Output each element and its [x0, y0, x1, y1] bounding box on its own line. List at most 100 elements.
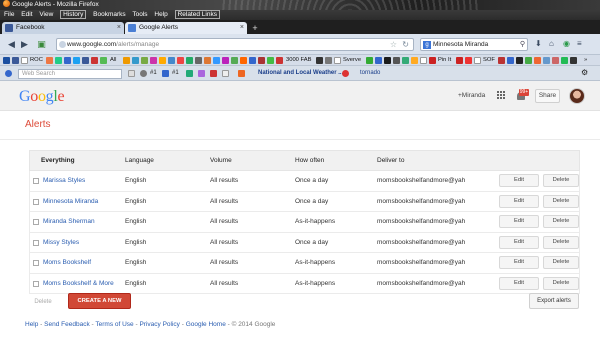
bookmarks-overflow-icon[interactable]: »: [584, 55, 587, 66]
bookmark-sverve[interactable]: Sverve: [343, 55, 361, 66]
bookmark-icon[interactable]: [366, 57, 373, 64]
alert-name-link[interactable]: Miranda Sherman: [43, 218, 95, 225]
bookmark-icon[interactable]: [64, 57, 71, 64]
page-bookmark-icon[interactable]: [474, 57, 481, 64]
addon-counter[interactable]: #1: [150, 69, 157, 78]
search-box[interactable]: g Minnesota Miranda ⚲: [420, 38, 528, 51]
bookmark-icon[interactable]: [195, 57, 202, 64]
menu-bookmarks[interactable]: Bookmarks: [93, 11, 126, 18]
edit-button[interactable]: Edit: [499, 194, 539, 208]
edit-button[interactable]: Edit: [499, 256, 539, 269]
facebook-bookmark-icon[interactable]: [82, 57, 89, 64]
bookmark-icon[interactable]: [507, 57, 514, 64]
delete-button[interactable]: Delete: [543, 215, 579, 228]
bookmark-icon[interactable]: [375, 57, 382, 64]
delete-selected-button[interactable]: Delete: [29, 294, 57, 308]
heart-icon[interactable]: [465, 57, 472, 64]
menu-tools[interactable]: Tools: [132, 11, 147, 18]
delete-button[interactable]: Delete: [543, 194, 579, 208]
google-logo[interactable]: Google: [19, 88, 65, 106]
bookmark-icon[interactable]: [222, 57, 229, 64]
bookmark-sof[interactable]: SOF: [483, 55, 495, 66]
share-button[interactable]: Share: [535, 89, 560, 103]
weather-icon[interactable]: [238, 70, 245, 77]
bookmark-icon[interactable]: [258, 57, 265, 64]
addon-icon[interactable]: [128, 70, 135, 77]
bookmark-icon[interactable]: [55, 57, 62, 64]
bookmark-icon[interactable]: [204, 57, 211, 64]
bookmark-icon[interactable]: [570, 57, 577, 64]
footer-terms-link[interactable]: Terms of Use: [95, 321, 133, 328]
menu-history[interactable]: History: [60, 10, 87, 19]
bookmark-icon[interactable]: [231, 57, 238, 64]
delete-button[interactable]: Delete: [543, 276, 579, 290]
twitter-icon[interactable]: [73, 57, 80, 64]
bookmark-icon[interactable]: [213, 57, 220, 64]
footer-help-link[interactable]: Help: [25, 321, 38, 328]
search-icon[interactable]: ⚲: [520, 39, 525, 50]
tab-facebook[interactable]: Facebook ×: [2, 22, 124, 34]
bookmark-icon[interactable]: [543, 57, 550, 64]
addon-icon[interactable]: [140, 70, 147, 77]
bookmark-icon[interactable]: [534, 57, 541, 64]
bookmark-icon[interactable]: [267, 57, 274, 64]
tornado-link[interactable]: tornado: [360, 69, 380, 78]
google-plus-name[interactable]: +Miranda: [458, 92, 485, 99]
edit-button[interactable]: Edit: [499, 276, 539, 290]
close-icon[interactable]: ×: [117, 22, 121, 34]
footer-privacy-link[interactable]: Privacy Policy: [139, 321, 179, 328]
export-alerts-button[interactable]: Export alerts: [529, 293, 579, 309]
bookmark-icon[interactable]: [456, 57, 463, 64]
bookmark-icon[interactable]: [316, 57, 323, 64]
forward-arrow-icon[interactable]: ▶: [19, 39, 30, 50]
row-checkbox[interactable]: [33, 260, 39, 266]
page-bookmark-icon[interactable]: [21, 57, 28, 64]
bookmark-icon[interactable]: [168, 57, 175, 64]
row-checkbox[interactable]: [33, 219, 39, 225]
bookmark-icon[interactable]: [552, 57, 559, 64]
link-icon[interactable]: [186, 70, 193, 77]
new-tab-button[interactable]: +: [250, 23, 260, 33]
flag-icon[interactable]: [162, 70, 169, 77]
bookmark-icon[interactable]: [384, 57, 391, 64]
addon-logo-icon[interactable]: [5, 70, 12, 77]
menu-help[interactable]: Help: [154, 11, 167, 18]
bookmark-star-icon[interactable]: ☆: [390, 39, 397, 50]
bookmark-icon[interactable]: [46, 57, 53, 64]
home-button-icon[interactable]: ⌂: [549, 39, 554, 48]
bookmark-icon[interactable]: [249, 57, 256, 64]
bookmark-roc[interactable]: ROC: [30, 55, 43, 66]
download-icon[interactable]: ⬇: [535, 39, 542, 48]
addon-icon[interactable]: ◉: [563, 39, 570, 48]
bookmark-pin-it[interactable]: Pin It: [438, 55, 451, 66]
bookmark-icon[interactable]: [411, 57, 418, 64]
bookmark-icon[interactable]: [100, 57, 107, 64]
bookmark-icon[interactable]: [498, 57, 505, 64]
addon-icon[interactable]: [198, 70, 205, 77]
delete-button[interactable]: Delete: [543, 235, 579, 249]
bookmark-icon[interactable]: [159, 57, 166, 64]
menu-file[interactable]: File: [4, 11, 14, 18]
bookmark-icon[interactable]: [141, 57, 148, 64]
bookmark-icon[interactable]: [91, 57, 98, 64]
footer-google-home-link[interactable]: Google Home: [186, 321, 226, 328]
row-checkbox[interactable]: [33, 280, 39, 287]
menu-related-links[interactable]: Related Links: [174, 10, 220, 19]
delete-button[interactable]: Delete: [543, 174, 579, 187]
bookmark-icon[interactable]: [240, 57, 247, 64]
reload-icon[interactable]: ↻: [402, 39, 409, 50]
tornado-icon[interactable]: [342, 70, 349, 77]
avatar[interactable]: [569, 88, 585, 104]
alert-name-link[interactable]: Missy Styles: [43, 239, 79, 246]
alert-name-link[interactable]: Minnesota Miranda: [43, 198, 98, 205]
bookmark-icon[interactable]: [123, 57, 130, 64]
tab-google-alerts[interactable]: Google Alerts ×: [125, 22, 247, 34]
create-alert-button[interactable]: CREATE A NEW ALERT: [68, 293, 131, 318]
close-icon[interactable]: ×: [240, 22, 244, 34]
home-icon[interactable]: ▣: [36, 39, 47, 50]
menu-view[interactable]: View: [39, 11, 53, 18]
yahoo-icon[interactable]: [3, 57, 10, 64]
addon-icon[interactable]: [210, 70, 217, 77]
apps-grid-icon[interactable]: [497, 91, 506, 100]
menu-icon[interactable]: ≡: [577, 39, 582, 48]
